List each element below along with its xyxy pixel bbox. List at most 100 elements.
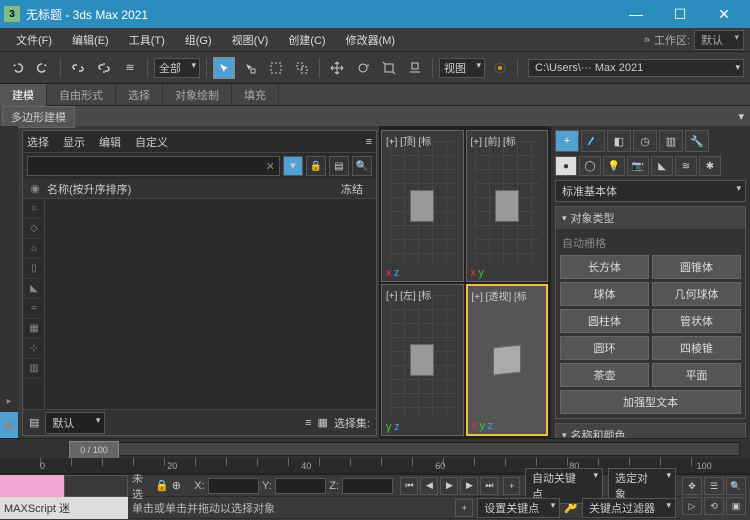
menu-modifiers[interactable]: 修改器(M) — [336, 30, 406, 50]
close-button[interactable]: ✕ — [702, 0, 746, 28]
set-key-plus-button[interactable]: + — [455, 499, 473, 517]
scene-tab-select[interactable]: 选择 — [27, 134, 49, 150]
nav-zoom-button[interactable]: 🔍 — [726, 477, 746, 495]
cmdtab-utilities[interactable]: 🔧 — [685, 130, 709, 152]
next-frame-button[interactable]: ▶ — [460, 477, 478, 495]
leftbar-arrow-icon[interactable]: ▸ — [0, 390, 18, 412]
create-category-dropdown[interactable]: 标准基本体 — [555, 180, 746, 202]
obj-tube[interactable]: 管状体 — [652, 309, 741, 333]
coord-system-dropdown[interactable]: 视图 — [439, 58, 485, 78]
color-swatch-a[interactable] — [0, 475, 64, 497]
key-mode-button[interactable]: + — [503, 477, 520, 495]
move-button[interactable] — [326, 57, 348, 79]
pivot-button[interactable] — [489, 57, 511, 79]
cmdtab-create[interactable]: + — [555, 130, 579, 152]
clear-filter-icon[interactable]: ✕ — [266, 160, 275, 173]
obj-torus[interactable]: 圆环 — [560, 336, 649, 360]
menu-file[interactable]: 文件(F) — [6, 30, 62, 50]
obj-cone[interactable]: 圆锥体 — [652, 255, 741, 279]
create-lights-icon[interactable]: 💡 — [603, 156, 625, 176]
type-bone-icon[interactable]: ⊹ — [23, 339, 45, 359]
link-button[interactable] — [67, 57, 89, 79]
scene-filter-input[interactable]: ✕ — [27, 156, 280, 176]
coord-x-input[interactable] — [208, 478, 259, 494]
scene-col-freeze[interactable]: 冻结 — [332, 181, 372, 197]
viewport-top[interactable]: [+] [顶] [标 x z — [381, 130, 464, 282]
nav-orbit-button[interactable]: ⟲ — [704, 497, 724, 515]
ribbon-selection[interactable]: 选择 — [116, 84, 163, 106]
create-shapes-icon[interactable]: ◯ — [579, 156, 601, 176]
obj-textplus[interactable]: 加强型文本 — [560, 390, 741, 414]
type-light-icon[interactable]: ☼ — [23, 239, 45, 259]
ribbon-objectpaint[interactable]: 对象绘制 — [163, 84, 232, 106]
selection-filter[interactable]: 全部 — [154, 58, 200, 78]
create-spacewarps-icon[interactable]: ≋ — [675, 156, 697, 176]
scale-button[interactable] — [378, 57, 400, 79]
unlink-button[interactable] — [93, 57, 115, 79]
subribbon-expand-icon[interactable]: ▾ — [732, 108, 750, 125]
type-group-icon[interactable]: ▦ — [23, 319, 45, 339]
cmdtab-hierarchy[interactable]: ◧ — [607, 130, 631, 152]
prev-frame-button[interactable]: ◀ — [420, 477, 438, 495]
create-cameras-icon[interactable]: 📷 — [627, 156, 649, 176]
timeline-marker[interactable]: 0 / 100 — [69, 441, 119, 459]
obj-cylinder[interactable]: 圆柱体 — [560, 309, 649, 333]
scene-menu-icon[interactable]: ≡ — [366, 136, 372, 148]
subribbon-poly[interactable]: 多边形建模 — [2, 106, 75, 128]
layer-dropdown[interactable]: 默认 — [45, 412, 105, 434]
selset-tools-icon[interactable]: ▦ — [318, 416, 328, 429]
cmdtab-display[interactable]: ▥ — [659, 130, 683, 152]
maxscript-listener[interactable]: MAXScript 迷 — [0, 497, 128, 519]
coord-z-input[interactable] — [342, 478, 393, 494]
menu-edit[interactable]: 编辑(E) — [62, 30, 119, 50]
obj-pyramid[interactable]: 四棱锥 — [652, 336, 741, 360]
obj-sphere[interactable]: 球体 — [560, 282, 649, 306]
ribbon-freeform[interactable]: 自由形式 — [47, 84, 116, 106]
viewport-perspective[interactable]: [+] [透视] [标 x y z — [466, 284, 549, 436]
filter-search-button[interactable]: 🔍 — [352, 156, 372, 176]
menu-group[interactable]: 组(G) — [175, 30, 222, 50]
bind-spacewarp-button[interactable]: ≋ — [119, 57, 141, 79]
type-camera-icon[interactable]: ▯ — [23, 259, 45, 279]
goto-end-button[interactable]: ⏭ — [480, 477, 498, 495]
filter-funnel-button[interactable]: ▼ — [283, 156, 303, 176]
timeline-track[interactable]: 0 / 100 — [68, 442, 740, 456]
select-by-name-button[interactable] — [239, 57, 261, 79]
undo-button[interactable] — [6, 57, 28, 79]
placement-button[interactable] — [404, 57, 426, 79]
viewport-front[interactable]: [+] [前] [标 x y — [466, 130, 549, 282]
filter-list-button[interactable]: ▤ — [329, 156, 349, 176]
menu-view[interactable]: 视图(V) — [222, 30, 279, 50]
rotate-button[interactable] — [352, 57, 374, 79]
ribbon-modeling[interactable]: 建模 — [0, 84, 47, 106]
type-container-icon[interactable]: ▥ — [23, 359, 45, 379]
viewport-left-label[interactable]: [+] [左] [标 — [386, 287, 431, 302]
scene-tab-display[interactable]: 显示 — [63, 134, 85, 150]
select-object-button[interactable] — [213, 57, 235, 79]
goto-start-button[interactable]: ⏮ — [400, 477, 418, 495]
create-helpers-icon[interactable]: ◣ — [651, 156, 673, 176]
window-crossing-button[interactable] — [291, 57, 313, 79]
obj-geosphere[interactable]: 几何球体 — [652, 282, 741, 306]
scene-tab-custom[interactable]: 自定义 — [135, 134, 168, 150]
project-path[interactable]: C:\Users\··· Max 2021 — [528, 59, 744, 77]
create-systems-icon[interactable]: ✱ — [699, 156, 721, 176]
type-spacewarp-icon[interactable]: ≈ — [23, 299, 45, 319]
ribbon-populate[interactable]: 填充 — [232, 84, 279, 106]
nav-fov-button[interactable]: ▷ — [682, 497, 702, 515]
play-button[interactable]: ▶ — [440, 477, 458, 495]
obj-plane[interactable]: 平面 — [652, 363, 741, 387]
workspace-arrow[interactable]: » — [644, 34, 650, 46]
timeline[interactable]: 0 / 100 — [0, 438, 750, 458]
viewport-persp-label[interactable]: [+] [透视] [标 — [472, 288, 527, 303]
obj-box[interactable]: 长方体 — [560, 255, 649, 279]
autogrid-checkbox[interactable]: 自动栅格 — [560, 233, 741, 255]
type-helper-icon[interactable]: ◣ — [23, 279, 45, 299]
viewport-left[interactable]: [+] [左] [标 y z — [381, 284, 464, 436]
obj-teapot[interactable]: 茶壶 — [560, 363, 649, 387]
minimize-button[interactable]: — — [614, 0, 658, 28]
nav-maximize-button[interactable]: ▣ — [726, 497, 746, 515]
layer-icon[interactable]: ▤ — [29, 416, 39, 429]
setkey-button[interactable]: 设置关键点 — [477, 498, 560, 518]
workspace-dropdown[interactable]: 默认 — [694, 30, 744, 50]
